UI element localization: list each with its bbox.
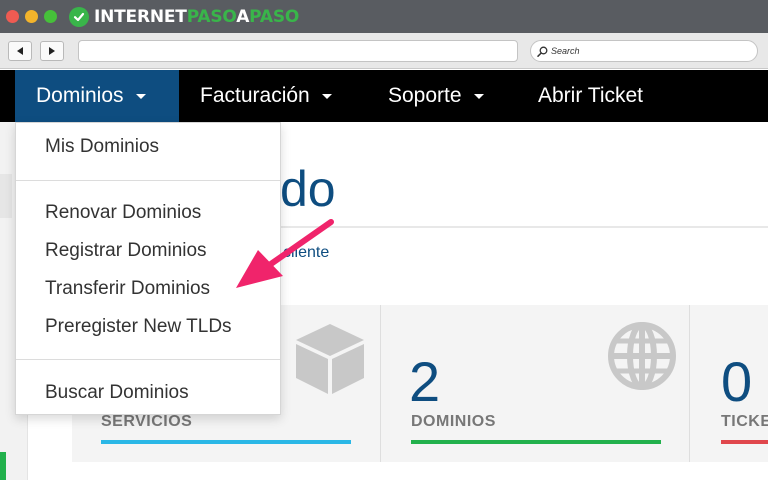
nav-dominios[interactable]: Dominios [15,70,179,122]
menu-separator [16,180,280,181]
green-side-tab[interactable] [0,452,6,480]
nav-abrir-ticket[interactable]: Abrir Ticket [538,70,643,122]
stat-servicios-label: SERVICIOS [101,413,193,430]
stat-tickets-label: TICKE [721,413,768,430]
sidebar-marker [0,174,12,218]
menu-item-mis-dominios[interactable]: Mis Dominios [45,136,159,158]
stat-dominios-count: 2 [409,350,441,413]
caret-down-icon [321,93,332,99]
stat-dominios[interactable]: 2 DOMINIOS [381,305,689,462]
nav-soporte[interactable]: Soporte [388,70,484,122]
stat-servicios-bar [101,440,351,444]
caret-down-icon [135,93,146,99]
nav-facturacion-label: Facturación [200,84,310,107]
stat-tickets[interactable]: 0 TICKE [690,305,768,462]
title-divider [280,226,768,228]
search-input[interactable] [551,46,731,56]
box-icon [296,324,364,394]
window-controls [6,10,57,23]
back-button[interactable] [8,41,32,61]
nav-dominios-label: Dominios [36,84,124,107]
menu-item-transferir-dominios[interactable]: Transferir Dominios [45,278,210,300]
menu-separator [16,359,280,360]
brand-logo: INTERNETPASOAPASO [69,6,299,27]
stat-tickets-bar [721,440,768,444]
client-area-link[interactable]: cliente [283,244,329,262]
brand-word-paso: PASO [186,6,237,27]
forward-button[interactable] [40,41,64,61]
back-arrow-icon [17,47,23,55]
brand-word-paso-2: PASO [249,6,300,27]
menu-item-buscar-dominios[interactable]: Buscar Dominios [45,382,189,404]
address-bar[interactable] [78,40,518,62]
site-navbar: Dominios Facturación Soporte Abrir Ticke… [0,70,768,122]
browser-search-box[interactable] [530,40,758,62]
menu-item-preregister-new-tlds[interactable]: Preregister New TLDs [45,316,232,338]
window-titlebar: INTERNETPASOAPASO [0,0,768,33]
brand-logo-icon [69,6,89,27]
browser-toolbar [0,33,768,69]
forward-arrow-icon [49,47,55,55]
search-icon [537,46,548,57]
stat-dominios-bar [411,440,661,444]
brand-word-internet: INTERNET [94,6,187,27]
dominios-dropdown-menu: Mis Dominios Renovar Dominios Registrar … [15,122,281,415]
brand-wordmark: INTERNETPASOAPASO [94,7,299,27]
stat-dominios-label: DOMINIOS [411,413,496,430]
nav-soporte-label: Soporte [388,84,462,107]
brand-word-a: A [236,6,250,27]
close-window-button[interactable] [6,10,19,23]
menu-item-registrar-dominios[interactable]: Registrar Dominios [45,240,207,262]
menu-item-renovar-dominios[interactable]: Renovar Dominios [45,202,201,224]
maximize-window-button[interactable] [44,10,57,23]
stat-tickets-count: 0 [721,350,753,413]
nav-abrir-ticket-label: Abrir Ticket [538,84,644,107]
minimize-window-button[interactable] [25,10,38,23]
page-title: do [280,161,336,217]
globe-icon [608,322,676,390]
nav-facturacion[interactable]: Facturación [200,70,332,122]
caret-down-icon [473,93,484,99]
